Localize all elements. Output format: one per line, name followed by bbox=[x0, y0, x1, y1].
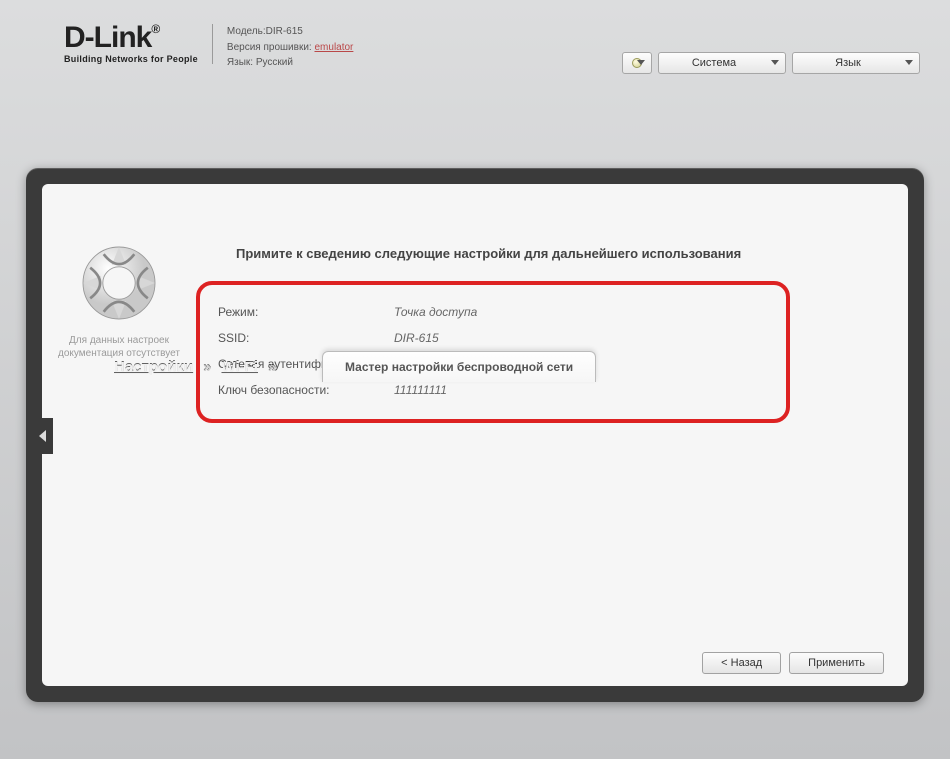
tab-label: Мастер настройки беспроводной сети bbox=[345, 360, 573, 374]
breadcrumb-wifi[interactable]: Wi-Fi bbox=[221, 359, 258, 376]
model-value: DIR-615 bbox=[266, 26, 303, 37]
device-info: Модель:DIR-615 Версия прошивки: emulator… bbox=[227, 24, 353, 71]
main-content: Примите к сведению следующие настройки д… bbox=[196, 228, 908, 640]
breadcrumb-separator: » bbox=[203, 359, 211, 376]
breadcrumb: Настройки » Wi-Fi » bbox=[114, 359, 276, 376]
setting-label: Режим: bbox=[218, 299, 394, 325]
lifebuoy-icon bbox=[42, 238, 196, 328]
top-controls: Система Язык bbox=[622, 52, 920, 74]
hint-button[interactable] bbox=[622, 52, 652, 74]
chevron-down-icon bbox=[771, 60, 779, 65]
brand-logo: D-Link® Building Networks for People bbox=[64, 24, 198, 64]
setting-value: Точка доступа bbox=[394, 299, 768, 325]
setting-value: DIR-615 bbox=[394, 325, 768, 351]
language-dropdown[interactable]: Язык bbox=[792, 52, 920, 74]
help-caption: Для данных настроек документация отсутст… bbox=[42, 334, 196, 360]
notice-heading: Примите к сведению следующие настройки д… bbox=[196, 228, 884, 281]
chevron-down-icon bbox=[905, 60, 913, 65]
logo-tagline: Building Networks for People bbox=[64, 54, 198, 64]
header-divider bbox=[212, 24, 213, 64]
system-dropdown-label: Система bbox=[692, 57, 736, 69]
logo-text: D-Link® bbox=[64, 24, 198, 53]
apply-button-label: Применить bbox=[808, 657, 865, 669]
main-panel: Настройки » Wi-Fi » Мастер настройки бес… bbox=[26, 168, 924, 702]
breadcrumb-separator: » bbox=[268, 359, 276, 376]
back-button-label: < Назад bbox=[721, 657, 762, 669]
setting-label: SSID: bbox=[218, 325, 394, 351]
setting-row-ssid: SSID: DIR-615 bbox=[218, 325, 768, 351]
system-dropdown[interactable]: Система bbox=[658, 52, 786, 74]
apply-button[interactable]: Применить bbox=[789, 652, 884, 674]
firmware-label: Версия прошивки: bbox=[227, 42, 312, 53]
chevron-down-icon bbox=[637, 60, 645, 65]
language-value: Русский bbox=[256, 57, 293, 68]
help-sidebar: Для данных настроек документация отсутст… bbox=[42, 228, 196, 640]
model-label: Модель: bbox=[227, 26, 266, 37]
back-button[interactable]: < Назад bbox=[702, 652, 781, 674]
footer-actions: < Назад Применить bbox=[42, 640, 908, 686]
tab-wireless-wizard[interactable]: Мастер настройки беспроводной сети bbox=[322, 351, 596, 382]
breadcrumb-settings[interactable]: Настройки bbox=[114, 359, 193, 376]
setting-row-mode: Режим: Точка доступа bbox=[218, 299, 768, 325]
language-dropdown-label: Язык bbox=[835, 57, 861, 69]
language-label: Язык: bbox=[227, 57, 253, 68]
firmware-link[interactable]: emulator bbox=[314, 42, 353, 53]
expand-sidebar-tab[interactable] bbox=[31, 418, 53, 454]
